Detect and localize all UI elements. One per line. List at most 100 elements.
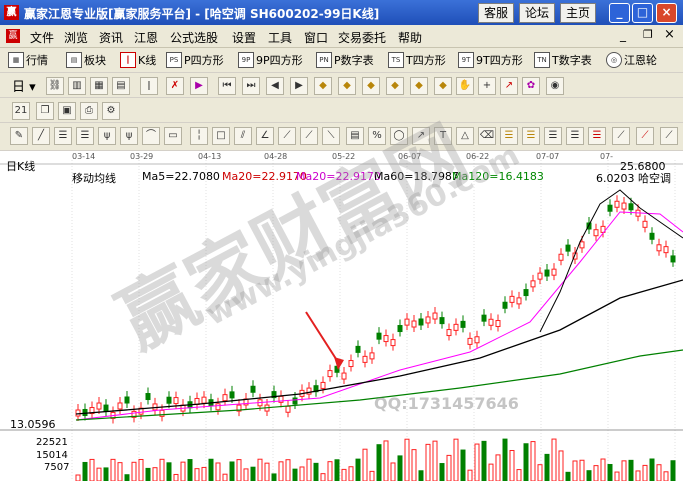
zoom-in-icon[interactable]: ◆ xyxy=(338,77,356,95)
cycle2-icon[interactable]: ☰ xyxy=(522,127,540,145)
menu-stock-picking[interactable]: 公式选股 xyxy=(170,29,218,46)
forum-button[interactable]: 论坛 xyxy=(519,3,555,23)
angle-icon[interactable]: ∠ xyxy=(256,127,274,145)
crosshair-icon[interactable]: + xyxy=(478,77,496,95)
9p-square-button[interactable]: 9P 9P四方形 xyxy=(238,51,303,69)
cycle5-icon[interactable]: ☰ xyxy=(588,127,606,145)
menu-bar: 赢 文件 浏览 资讯 江恩 公式选股 设置 工具 窗口 交易委托 帮助 _ ❐ … xyxy=(0,25,683,48)
sectors-button[interactable]: ▤ 板块 xyxy=(66,51,106,69)
channel-icon[interactable]: ⫽ xyxy=(234,127,252,145)
window-icon[interactable]: ▣ xyxy=(58,102,76,120)
left-icon[interactable]: ◀ xyxy=(266,77,284,95)
mdi-minimize-icon[interactable]: _ xyxy=(620,28,626,42)
fib-icon[interactable]: ☰ xyxy=(54,127,72,145)
doc-logo-icon: 赢 xyxy=(6,29,20,43)
link-icon[interactable]: ⛓ xyxy=(46,77,64,95)
up-icon[interactable]: ◆ xyxy=(362,77,380,95)
fib2-icon[interactable]: ☰ xyxy=(76,127,94,145)
slash3-icon[interactable]: ⟋ xyxy=(660,127,678,145)
fan-icon[interactable]: ψ xyxy=(120,127,138,145)
homepage-button[interactable]: 主页 xyxy=(560,3,596,23)
close-icon[interactable]: × xyxy=(656,3,677,23)
gann-wheel-button[interactable]: ◎ 江恩轮 xyxy=(606,51,657,69)
copy-icon[interactable]: ❐ xyxy=(36,102,54,120)
date-label: 03-14 xyxy=(72,152,96,161)
fork2-icon[interactable]: ψ xyxy=(98,127,116,145)
menu-help[interactable]: 帮助 xyxy=(398,29,422,46)
p-square-button[interactable]: PS P四方形 xyxy=(166,51,224,69)
menu-settings[interactable]: 设置 xyxy=(232,29,256,46)
box-icon[interactable]: ▭ xyxy=(164,127,182,145)
gann-wheel-label: 江恩轮 xyxy=(624,54,657,67)
mdi-restore-icon[interactable]: ❐ xyxy=(643,28,653,41)
p-square-label: P四方形 xyxy=(184,54,224,67)
customer-service-button[interactable]: 客服 xyxy=(478,3,514,23)
ray-icon[interactable]: ⟋ xyxy=(278,127,296,145)
kline-chart-area[interactable]: 日K线 移动均线 Ma5=22.7080 Ma20=22.9170 Ma20=2… xyxy=(0,109,683,481)
cycle3-icon[interactable]: ☰ xyxy=(544,127,562,145)
flag-icon[interactable]: ▶ xyxy=(190,77,208,95)
ma5-label: Ma5=22.7080 xyxy=(142,170,220,183)
chart-icon[interactable]: ▥ xyxy=(68,77,86,95)
globe-icon[interactable]: ◉ xyxy=(546,77,564,95)
ts-icon: TS xyxy=(388,52,404,68)
arc-icon[interactable]: ⌒ xyxy=(142,127,160,145)
table-icon[interactable]: ▤ xyxy=(112,77,130,95)
mdi-close-icon[interactable]: × xyxy=(664,27,675,42)
slash2-icon[interactable]: ⟋ xyxy=(636,127,654,145)
toolbar-main: ▦ 行情 ▤ 板块 ┃ K线 PS P四方形 9P 9P四方形 PN P数字表 TS T四方形… xyxy=(0,48,683,73)
menu-info[interactable]: 资讯 xyxy=(99,29,123,46)
calendar-icon[interactable]: 21 xyxy=(12,102,30,120)
vol-tick-2: 15014 xyxy=(36,450,68,461)
period-selector[interactable]: 日 ▾ xyxy=(12,76,36,95)
first-icon[interactable]: ⏮ xyxy=(218,77,236,95)
minimize-icon[interactable]: _ xyxy=(609,3,630,23)
fork-icon[interactable]: ✗ xyxy=(166,77,184,95)
menu-trade[interactable]: 交易委托 xyxy=(338,29,386,46)
9ps-icon: 9P xyxy=(238,52,254,68)
right-icon[interactable]: ▶ xyxy=(290,77,308,95)
vol-tick-3: 7507 xyxy=(44,462,70,473)
last-icon[interactable]: ⏭ xyxy=(242,77,260,95)
menu-tools[interactable]: 工具 xyxy=(268,29,292,46)
pattern-icon[interactable]: ✿ xyxy=(522,77,540,95)
bar-icon[interactable]: ǀ xyxy=(140,77,158,95)
menu-gann[interactable]: 江恩 xyxy=(134,29,158,46)
menu-window[interactable]: 窗口 xyxy=(304,29,328,46)
t-number-table-button[interactable]: TN T数字表 xyxy=(534,51,592,69)
vline-icon[interactable]: ╎ xyxy=(190,127,208,145)
trend-icon[interactable]: ↗ xyxy=(500,77,518,95)
gann-fan-icon[interactable]: ⟋ xyxy=(300,127,318,145)
kline-button[interactable]: ┃ K线 xyxy=(120,51,156,69)
settings-icon[interactable]: ⚙ xyxy=(102,102,120,120)
triangle-icon[interactable]: △ xyxy=(456,127,474,145)
print-icon[interactable]: ⎙ xyxy=(80,102,98,120)
app-logo-icon: 赢 xyxy=(4,5,19,20)
erase-icon[interactable]: ⌫ xyxy=(478,127,496,145)
9ts-icon: 9T xyxy=(458,52,474,68)
toolbar-period: 日 ▾ ⛓ ▥ ▦ ▤ ǀ ✗ ▶ ⏮ ⏭ ◀ ▶ ◆ ◆ ◆ ◆ ◆ ◆ ✋ … xyxy=(0,73,683,98)
zoom-out-icon[interactable]: ◆ xyxy=(314,77,332,95)
square-icon[interactable]: □ xyxy=(212,127,230,145)
tn-icon: TN xyxy=(534,52,550,68)
shrink-icon[interactable]: ◆ xyxy=(434,77,452,95)
date-label: 07-07 xyxy=(536,152,560,161)
menu-file[interactable]: 文件 xyxy=(30,29,54,46)
hand-icon[interactable]: ✋ xyxy=(456,77,474,95)
grid-view-icon[interactable]: ▦ xyxy=(90,77,108,95)
line-icon[interactable]: ╱ xyxy=(32,127,50,145)
p-number-table-button[interactable]: PN P数字表 xyxy=(316,51,374,69)
pen-icon[interactable]: ✎ xyxy=(10,127,28,145)
9t-square-button[interactable]: 9T 9T四方形 xyxy=(458,51,523,69)
stock-label: 6.0203 哈空调 xyxy=(596,172,671,185)
expand-icon[interactable]: ◆ xyxy=(410,77,428,95)
window-title: 赢家江恩专业版[赢家服务平台] - [哈空调 SH600202-99日K线] xyxy=(24,7,380,21)
menu-browse[interactable]: 浏览 xyxy=(64,29,88,46)
t-square-button[interactable]: TS T四方形 xyxy=(388,51,446,69)
down-icon[interactable]: ◆ xyxy=(386,77,404,95)
cycle4-icon[interactable]: ☰ xyxy=(566,127,584,145)
quotes-button[interactable]: ▦ 行情 xyxy=(8,51,48,69)
quotes-label: 行情 xyxy=(26,54,48,67)
maximize-icon[interactable]: □ xyxy=(632,3,653,23)
slash1-icon[interactable]: ⟋ xyxy=(612,127,630,145)
